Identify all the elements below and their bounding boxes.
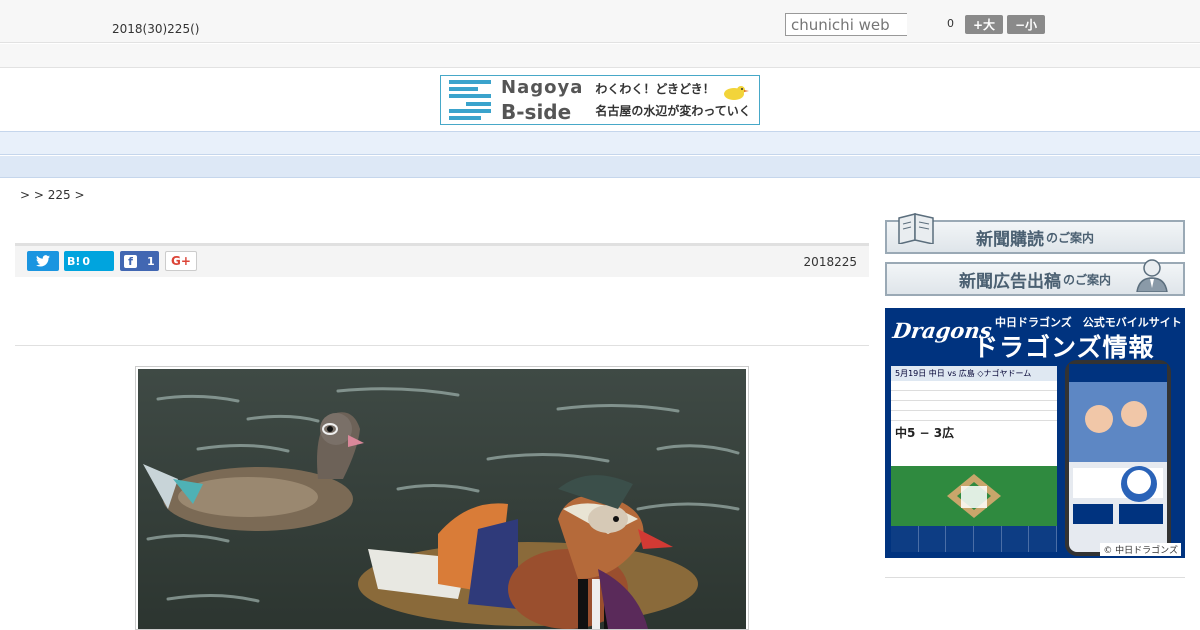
dragons-heading-large: ドラゴンズ情報	[973, 333, 1155, 362]
main-navigation	[0, 131, 1200, 155]
bird-icon	[724, 86, 749, 100]
sub-navigation	[0, 156, 1200, 178]
facebook-icon: f	[124, 254, 137, 268]
font-size-decrease-button[interactable]: −小	[1007, 15, 1045, 34]
ad-main-label: 新聞広告出稿	[958, 271, 1061, 292]
bside-logo-icon	[449, 80, 491, 120]
scoreboard-menu	[891, 526, 1058, 552]
dragons-scoreboard: 5月19日 中日 vs 広島 ◇ナゴヤドーム 中5 − 3広	[891, 366, 1058, 552]
sub-header-bar	[0, 44, 1200, 68]
article-photo	[135, 366, 749, 630]
top-utility-bar: 2018(30)225() 0 +大 −小	[0, 0, 1200, 43]
share-bar: B! 0 f 1 G+ 2018225	[15, 243, 869, 277]
font-size-increase-button[interactable]: +大	[965, 15, 1003, 34]
scoreboard-title: 5月19日 中日 vs 広島 ◇ナゴヤドーム	[891, 366, 1057, 381]
hatena-icon: B!	[67, 254, 81, 268]
banner-title: Nagoya B-side	[501, 77, 584, 124]
current-date: 2018(30)225()	[112, 22, 200, 36]
subscription-small-label: のご案内	[1045, 230, 1094, 245]
newspaper-subscription-button[interactable]: 新聞購読 のご案内	[885, 213, 1185, 254]
twitter-share-button[interactable]	[27, 251, 59, 271]
dragons-mobile-site-ad[interactable]: Dragons 中日ドラゴンズ 公式モバイルサイト ドラゴンズ情報 5月19日 …	[885, 308, 1185, 558]
hatena-count: 0	[82, 254, 91, 268]
dragons-copyright: © 中日ドラゴンズ	[1100, 543, 1181, 556]
breadcrumb[interactable]: > > 225 >	[20, 188, 85, 202]
book-icon	[898, 213, 934, 244]
hatena-bookmark-button[interactable]: B! 0	[64, 251, 114, 271]
smartphone-graphic	[1065, 360, 1171, 556]
newspaper-ad-button[interactable]: 新聞広告出稿 のご案内	[885, 259, 1185, 296]
nagoya-bside-banner[interactable]: Nagoya B-side わくわく！どきどき！ 名古屋の水辺が変わっていく	[440, 75, 760, 125]
facebook-share-button[interactable]: f 1	[120, 251, 159, 271]
search-input[interactable]	[785, 13, 907, 36]
article-date: 2018225	[803, 255, 857, 269]
twitter-icon	[36, 255, 50, 267]
font-size-value: 0	[947, 17, 954, 30]
facebook-count: 1	[147, 254, 155, 268]
google-plus-share-button[interactable]: G+	[165, 251, 197, 271]
mandarin-duck-image	[138, 369, 746, 629]
sidebar-divider	[885, 577, 1185, 578]
content-divider	[15, 345, 869, 346]
ad-small-label: のご案内	[1062, 272, 1111, 287]
subscription-main-label: 新聞購読	[975, 229, 1044, 250]
scoreboard-score: 中5 − 3広	[895, 426, 955, 440]
baseball-field-graphic	[891, 466, 1057, 526]
person-icon	[1136, 259, 1168, 292]
